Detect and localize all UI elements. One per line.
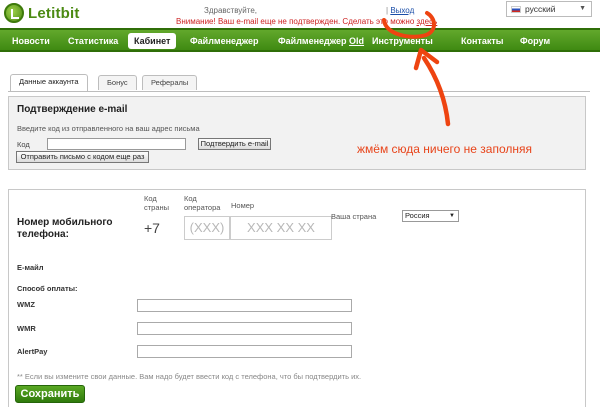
alertpay-input[interactable] (137, 345, 352, 358)
country-code-label: Код страны (144, 194, 170, 212)
number-label: Номер (231, 201, 255, 210)
annotation-text: жмём сюда ничего не заполняя (357, 142, 533, 156)
payment-method-label: Способ оплаты: (17, 284, 78, 293)
country-select[interactable]: Россия ▼ (402, 210, 459, 222)
country-value: Россия (405, 211, 430, 220)
save-button[interactable]: Сохранить (15, 385, 85, 403)
operator-code-label: Код оператора (184, 194, 221, 212)
operator-code-input[interactable]: (XXX) (184, 216, 230, 240)
annotation-circle (382, 11, 436, 39)
wmr-label: WMR (17, 324, 36, 333)
change-data-note: ** Если вы измените свои данные. Вам над… (17, 372, 362, 381)
email-label: E-майл (17, 263, 44, 272)
chevron-down-icon: ▼ (449, 213, 455, 219)
phone-title: Номер мобильного телефона: (17, 217, 113, 240)
country-code-value: +7 (144, 220, 160, 236)
country-label: Ваша страна (331, 212, 377, 221)
alertpay-label: AlertPay (17, 347, 48, 356)
wmr-input[interactable] (137, 322, 352, 335)
phone-number-input[interactable]: XXX XX XX (230, 216, 332, 240)
wmz-label: WMZ (17, 300, 35, 309)
wmz-input[interactable] (137, 299, 352, 312)
annotation-arrow-shaft (421, 55, 451, 127)
